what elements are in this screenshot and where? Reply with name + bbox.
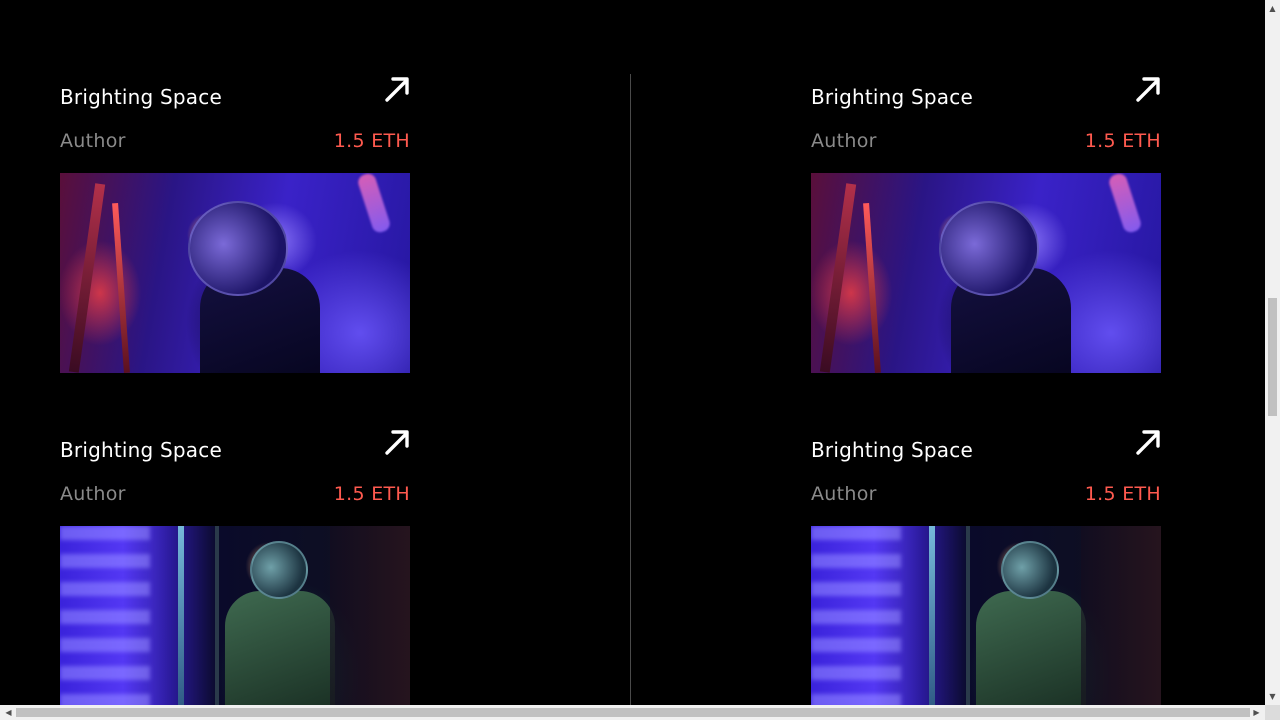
arrow-up-right-icon[interactable] [1133, 427, 1163, 457]
card-title: Brighting Space [811, 85, 973, 109]
card-title: Brighting Space [60, 438, 222, 462]
card-author[interactable]: Author [811, 130, 877, 152]
card-author[interactable]: Author [60, 483, 126, 505]
triangle-left-icon[interactable]: ◀ [0, 705, 17, 720]
card-title: Brighting Space [811, 438, 973, 462]
card-image[interactable] [60, 173, 410, 373]
card-price: 1.5 ETH [1084, 483, 1161, 505]
nft-gallery: Brighting Space Author 1.5 ETH Brighting… [0, 0, 1265, 705]
horizontal-scrollbar[interactable]: ◀ ▶ [0, 705, 1265, 720]
card-price: 1.5 ETH [333, 130, 410, 152]
arrow-up-right-icon[interactable] [1133, 74, 1163, 104]
card-title: Brighting Space [60, 85, 222, 109]
triangle-right-icon[interactable]: ▶ [1248, 705, 1265, 720]
card-price: 1.5 ETH [1084, 130, 1161, 152]
triangle-up-icon[interactable]: ▲ [1265, 0, 1280, 17]
card-image[interactable] [811, 526, 1161, 705]
vertical-scrollbar[interactable]: ▲ ▼ [1265, 0, 1280, 705]
horizontal-scroll-thumb[interactable] [16, 708, 1250, 717]
card-image[interactable] [60, 526, 410, 705]
card-author[interactable]: Author [811, 483, 877, 505]
card-price: 1.5 ETH [333, 483, 410, 505]
card-image[interactable] [811, 173, 1161, 373]
card-author[interactable]: Author [60, 130, 126, 152]
triangle-down-icon[interactable]: ▼ [1265, 688, 1280, 705]
column-divider [630, 74, 631, 705]
vertical-scroll-thumb[interactable] [1268, 298, 1277, 416]
scrollbar-corner [1265, 705, 1280, 720]
arrow-up-right-icon[interactable] [382, 74, 412, 104]
arrow-up-right-icon[interactable] [382, 427, 412, 457]
